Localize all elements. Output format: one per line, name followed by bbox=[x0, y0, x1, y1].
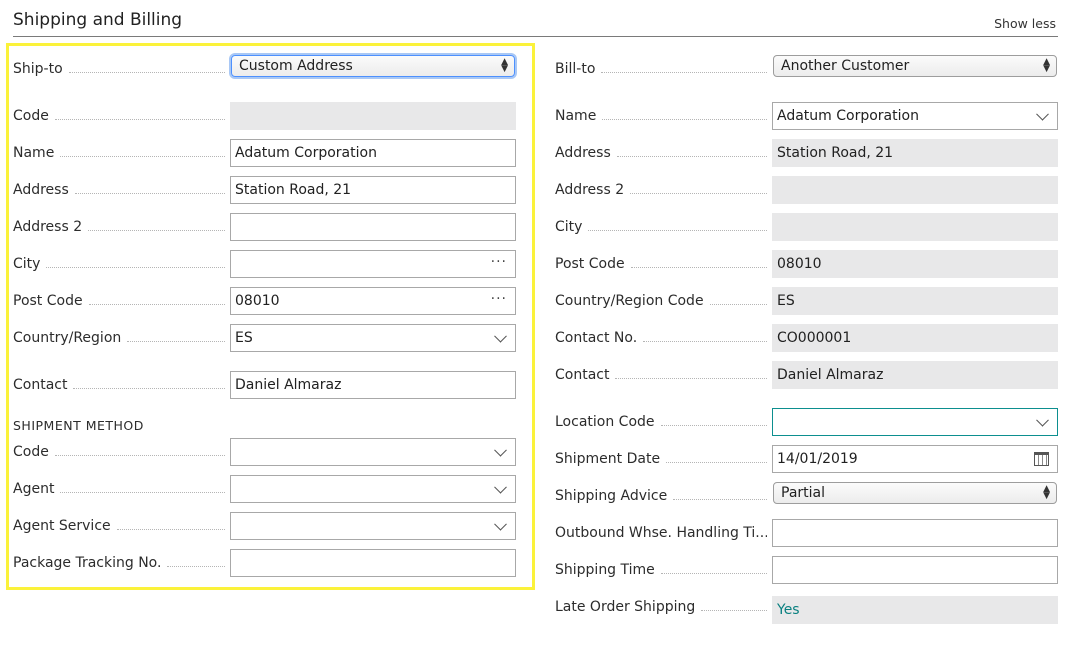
agent-label: Agent bbox=[13, 480, 225, 498]
shipment-method-heading: SHIPMENT METHOD bbox=[13, 418, 144, 433]
bill-post-code-field: 08010 bbox=[772, 250, 1058, 278]
late-order-label: Late Order Shipping bbox=[555, 598, 767, 616]
shipping-time-label: Shipping Time bbox=[555, 561, 767, 579]
post-code-label: Post Code bbox=[13, 292, 225, 310]
agent-service-label: Agent Service bbox=[13, 517, 225, 535]
tracking-input[interactable] bbox=[230, 549, 516, 577]
tracking-label: Package Tracking No. bbox=[13, 554, 225, 572]
country-dropdown[interactable]: ES bbox=[230, 324, 516, 352]
bill-to-select[interactable]: Another Customer ▲ ▼ bbox=[773, 55, 1057, 77]
city-label: City bbox=[13, 255, 225, 273]
bill-address-field: Station Road, 21 bbox=[772, 139, 1058, 167]
bill-name-label: Name bbox=[555, 107, 767, 125]
shipping-time-input[interactable] bbox=[772, 556, 1058, 584]
name-input[interactable]: Adatum Corporation bbox=[230, 139, 516, 167]
bill-contact-no-field: CO000001 bbox=[772, 324, 1058, 352]
name-label: Name bbox=[13, 144, 225, 162]
shipment-date-label: Shipment Date bbox=[555, 450, 767, 468]
address-input[interactable]: Station Road, 21 bbox=[230, 176, 516, 204]
bill-country-field: ES bbox=[772, 287, 1058, 315]
bill-post-code-label: Post Code bbox=[555, 255, 767, 273]
outbound-input[interactable] bbox=[772, 519, 1058, 547]
select-arrows-icon: ▲ ▼ bbox=[1043, 57, 1050, 74]
select-arrows-icon: ▲ ▼ bbox=[501, 57, 508, 74]
location-code-dropdown[interactable] bbox=[772, 408, 1058, 436]
bill-to-label: Bill-to bbox=[555, 60, 767, 78]
city-input[interactable]: ··· bbox=[230, 250, 516, 278]
bill-contact-no-label: Contact No. bbox=[555, 329, 767, 347]
bill-address-label: Address bbox=[555, 144, 767, 162]
shipment-date-input[interactable]: 14/01/2019 bbox=[772, 445, 1058, 473]
location-code-label: Location Code bbox=[555, 413, 767, 431]
address-label: Address bbox=[13, 181, 225, 199]
ship-to-label: Ship-to bbox=[13, 60, 225, 78]
page-title: Shipping and Billing bbox=[13, 10, 183, 30]
ellipsis-icon[interactable]: ··· bbox=[491, 254, 507, 270]
select-arrows-icon: ▲ ▼ bbox=[1043, 484, 1050, 501]
chevron-down-icon bbox=[494, 329, 507, 343]
calendar-icon[interactable] bbox=[1034, 452, 1049, 466]
shipping-advice-label: Shipping Advice bbox=[555, 487, 767, 505]
shipping-advice-select[interactable]: Partial ▲ ▼ bbox=[773, 482, 1057, 504]
bill-contact-field: Daniel Almaraz bbox=[772, 361, 1058, 389]
agent-service-dropdown[interactable] bbox=[230, 512, 516, 540]
method-code-label: Code bbox=[13, 443, 225, 461]
chevron-down-icon bbox=[494, 517, 507, 531]
bill-name-dropdown[interactable]: Adatum Corporation bbox=[772, 102, 1058, 130]
agent-dropdown[interactable] bbox=[230, 475, 516, 503]
bill-country-label: Country/Region Code bbox=[555, 292, 767, 310]
bill-city-field bbox=[772, 213, 1058, 241]
address2-label: Address 2 bbox=[13, 218, 225, 236]
bill-contact-label: Contact bbox=[555, 366, 767, 384]
chevron-down-icon bbox=[494, 443, 507, 457]
ellipsis-icon[interactable]: ··· bbox=[491, 291, 507, 307]
chevron-down-icon bbox=[494, 480, 507, 494]
address2-input[interactable] bbox=[230, 213, 516, 241]
late-order-field[interactable]: Yes bbox=[772, 596, 1058, 624]
outbound-label: Outbound Whse. Handling Ti... bbox=[555, 525, 767, 541]
bill-address2-field bbox=[772, 176, 1058, 204]
bill-city-label: City bbox=[555, 218, 767, 236]
post-code-input[interactable]: 08010 ··· bbox=[230, 287, 516, 315]
chevron-down-icon bbox=[1036, 107, 1049, 121]
show-less-link[interactable]: Show less bbox=[994, 16, 1056, 31]
code-label: Code bbox=[13, 107, 225, 125]
ship-to-select[interactable]: Custom Address ▲ ▼ bbox=[231, 55, 515, 77]
contact-input[interactable]: Daniel Almaraz bbox=[230, 371, 516, 399]
bill-address2-label: Address 2 bbox=[555, 181, 767, 199]
code-field bbox=[230, 102, 516, 130]
contact-label: Contact bbox=[13, 376, 225, 394]
country-label: Country/Region bbox=[13, 329, 225, 347]
section-header: Shipping and Billing Show less bbox=[13, 0, 1058, 37]
method-code-dropdown[interactable] bbox=[230, 438, 516, 466]
chevron-down-icon bbox=[1036, 413, 1049, 427]
